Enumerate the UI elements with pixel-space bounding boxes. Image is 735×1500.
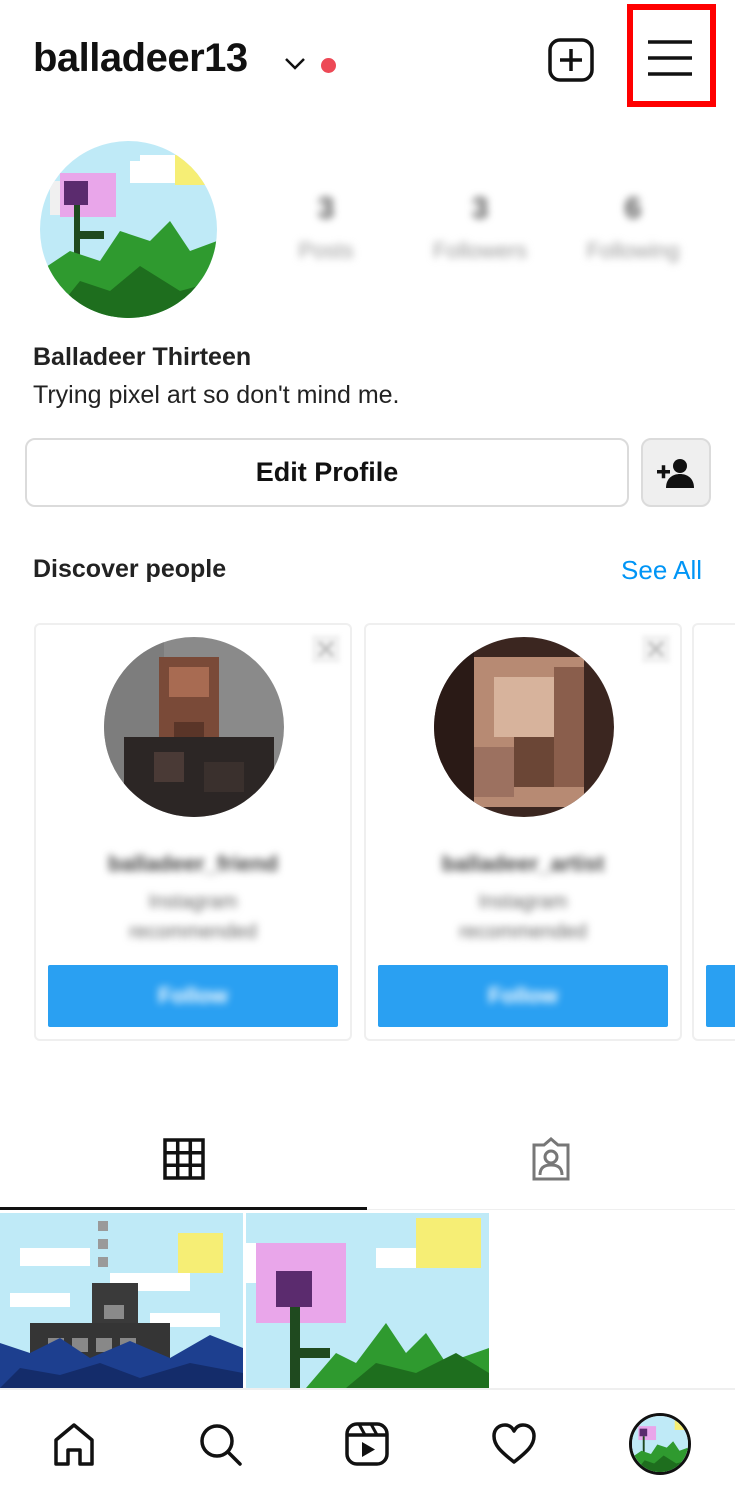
suggestion-subtitle: Instagram recommended (459, 891, 587, 943)
profile-avatar[interactable] (40, 141, 217, 318)
notification-dot (321, 58, 336, 73)
suggestion-card[interactable]: balladeer_artist Instagram recommended F… (364, 623, 682, 1041)
close-icon[interactable] (312, 635, 340, 663)
tab-posts-grid[interactable] (0, 1110, 367, 1210)
stat-posts[interactable]: 3 Posts (284, 192, 368, 264)
see-all-link[interactable]: See All (621, 555, 702, 586)
grid-icon (162, 1137, 205, 1180)
add-person-icon (657, 458, 694, 488)
nav-reels[interactable] (327, 1404, 407, 1484)
home-icon (54, 1423, 94, 1466)
suggestion-name[interactable]: balladeer_friend (76, 851, 310, 877)
post-thumbnail[interactable] (246, 1213, 489, 1388)
close-icon[interactable] (642, 635, 670, 663)
username[interactable]: balladeer13 (33, 36, 248, 81)
bio-text: Trying pixel art so don't mind me. (33, 381, 400, 409)
full-name: Balladeer Thirteen (33, 343, 252, 371)
posts-grid (0, 1213, 735, 1388)
stat-following[interactable]: 6 Following (571, 192, 695, 264)
menu-highlight-box (627, 4, 716, 107)
new-post-icon[interactable] (547, 37, 595, 83)
suggestion-subtitle: Instagram recommended (129, 891, 257, 943)
suggestion-card-partial[interactable] (692, 623, 735, 1041)
bottom-navigation (0, 1388, 735, 1500)
heart-icon (492, 1423, 536, 1464)
nav-search[interactable] (180, 1404, 260, 1484)
suggestion-avatar[interactable] (434, 637, 614, 817)
nav-home[interactable] (34, 1404, 114, 1484)
discover-people-title: Discover people (33, 555, 227, 583)
discover-people-button[interactable] (641, 438, 711, 507)
follow-button[interactable] (706, 965, 735, 1027)
top-bar: balladeer13 (0, 0, 735, 120)
chevron-down-icon[interactable] (284, 56, 306, 72)
nav-profile[interactable] (620, 1404, 700, 1484)
suggestion-name[interactable]: balladeer_artist (406, 851, 640, 877)
follow-button[interactable]: Follow (48, 965, 338, 1027)
search-icon (200, 1424, 242, 1466)
edit-profile-button[interactable]: Edit Profile (25, 438, 629, 507)
suggestion-card[interactable]: balladeer_friend Instagram recommended F… (34, 623, 352, 1041)
post-thumbnail[interactable] (0, 1213, 243, 1388)
profile-avatar-small (629, 1413, 691, 1475)
suggestion-avatar[interactable] (104, 637, 284, 817)
nav-activity[interactable] (474, 1404, 554, 1484)
reels-icon (345, 1422, 389, 1466)
follow-button[interactable]: Follow (378, 965, 668, 1027)
stat-followers[interactable]: 3 Followers (418, 192, 542, 264)
profile-tabs (0, 1110, 735, 1210)
discover-carousel[interactable]: balladeer_friend Instagram recommended F… (32, 615, 735, 1045)
tagged-icon (532, 1137, 569, 1181)
tab-tagged[interactable] (367, 1110, 734, 1210)
